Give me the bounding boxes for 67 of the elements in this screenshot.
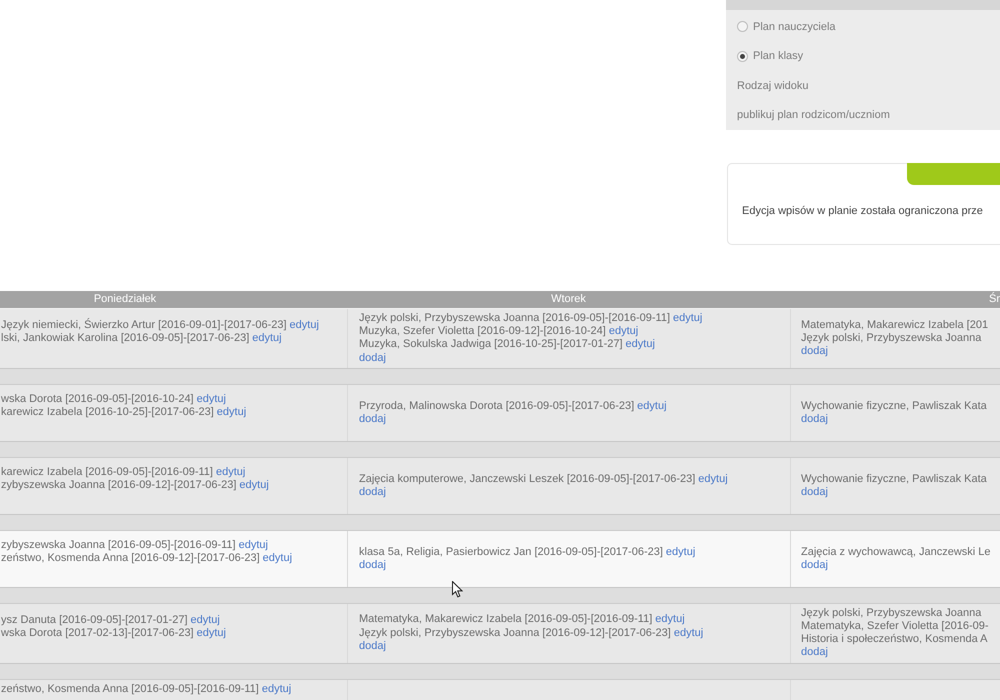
lesson-text: Wychowanie fizyczne, Pawliszak Kata [801, 400, 987, 412]
lesson-text: Zajęcia z wychowawcą, Janczewski Le [801, 546, 991, 558]
edit-link[interactable]: edytuj [608, 325, 638, 338]
lesson-text: zybyszewska Joanna [2016-09-12]-[2017-06-23] [1, 479, 236, 492]
lesson-text: Matematyka, Makarewicz Izabela [201 [801, 318, 988, 331]
lesson-text: karewicz Izabela [2016-10-25]-[2017-06-23] [1, 406, 214, 418]
add-link[interactable]: dodaj [801, 486, 828, 498]
edit-link[interactable]: edytuj [655, 613, 685, 626]
notice-message: Edycja wpisów w planie została ograniczona prze [741, 205, 983, 217]
add-link[interactable]: dodaj [359, 558, 386, 571]
edit-link[interactable]: edytuj [673, 312, 702, 324]
edit-link[interactable]: edytuj [252, 332, 282, 344]
edit-link[interactable]: edytuj [698, 472, 728, 485]
lesson-text: lski, Jankowiak Karolina [2016-09-05]-[2017-06-23] [1, 332, 250, 344]
edit-link[interactable]: edytuj [637, 400, 667, 412]
lesson-text: wska Dorota [2017-02-13]-[2017-06-23] [1, 626, 194, 639]
lesson-text: klasa 5a, Religia, Pasierbowicz Jan [2016-09-05]-[2017-06-23] [359, 546, 663, 558]
edit-link[interactable]: edytuj [238, 539, 268, 552]
lesson-text: Język niemiecki, Świerzko Artur [2016-09-01]-[2017-06-23] [1, 318, 287, 331]
lesson-text: Wychowanie fizyczne, Pawliszak Kata [801, 472, 987, 485]
radio-button[interactable] [737, 50, 748, 62]
lesson-text: Język polski, Przybyszewska Joanna [2016-09-12]-[2017-06-23] [359, 626, 671, 639]
lesson-text: zeństwo, Kosmenda Anna [2016-09-05]-[2016-09-11] [1, 682, 259, 695]
add-link[interactable]: dodaj [359, 640, 386, 652]
column-header: Śr [988, 291, 1000, 307]
edit-link[interactable]: edytuj [216, 406, 246, 418]
lesson-text: zybyszewska Joanna [2016-09-05]-[2016-09-11] [1, 539, 236, 552]
add-link[interactable]: dodaj [359, 486, 386, 498]
edit-link[interactable]: edytuj [239, 479, 269, 492]
edit-link[interactable]: edytuj [196, 393, 226, 406]
add-link[interactable]: dodaj [359, 352, 386, 364]
radio-label: Plan klasy [753, 50, 804, 62]
lesson-text: Język polski, Przybyszewska Joanna [801, 332, 982, 344]
lesson-text: wska Dorota [2016-09-05]-[2016-10-24] [1, 393, 194, 406]
column-header: Poniedziałek [92, 292, 158, 307]
lesson-text: zeństwo, Kosmenda Anna [2016-09-12]-[2017-06-23] [1, 552, 260, 564]
add-link[interactable]: dodaj [801, 412, 828, 425]
lesson-text: Muzyka, Sokulska Jadwiga [2016-10-25]-[2017-01-27] [359, 338, 623, 350]
edit-link[interactable]: edytuj [196, 626, 226, 639]
add-link[interactable]: dodaj [801, 345, 828, 357]
lesson-text: Język polski, Przybyszewska Joanna [2016-09-05]-[2016-09-11] [359, 312, 670, 324]
lesson-text: Muzyka, Szefer Violetta [2016-09-12]-[2016-10-24] [359, 325, 606, 338]
radio-label: Plan nauczyciela [753, 20, 836, 33]
lesson-text: karewicz Izabela [2016-09-05]-[2016-09-11] [1, 466, 213, 478]
lesson-text: ysz Danuta [2016-09-05]-[2017-01-27] [1, 614, 188, 626]
add-link[interactable]: dodaj [801, 558, 828, 571]
radio-button[interactable] [737, 21, 748, 32]
edit-link[interactable]: edytuj [262, 552, 292, 564]
edit-link[interactable]: edytuj [216, 466, 246, 478]
edit-link[interactable]: edytuj [674, 626, 704, 639]
lesson-text: Matematyka, Szefer Violetta [2016-09- [801, 620, 989, 632]
edit-link[interactable]: edytuj [290, 318, 319, 331]
lesson-text: Język polski, Przybyszewska Joanna [801, 606, 982, 619]
column-header: Wtorek [550, 292, 587, 307]
edit-link[interactable]: edytuj [262, 682, 292, 695]
lesson-text: Zajęcia komputerowe, Janczewski Leszek [2016-09-05]-[2017-06-23] [359, 472, 696, 485]
lesson-text: Historia i społeczeństwo, Kosmenda A [801, 633, 988, 646]
add-link[interactable]: dodaj [801, 646, 828, 658]
edit-link[interactable]: edytuj [666, 546, 696, 558]
add-link[interactable]: dodaj [359, 412, 386, 425]
lesson-text: Matematyka, Makarewicz Izabela [2016-09-05]-[2016-09-11] [359, 613, 652, 626]
edit-link[interactable]: edytuj [626, 338, 655, 350]
action-button[interactable] [907, 163, 1000, 185]
field-label: publikuj plan rodzicom/uczniom [737, 109, 890, 122]
field-label: Rodzaj widoku [737, 80, 809, 92]
edit-link[interactable]: edytuj [190, 614, 220, 626]
lesson-text: Przyroda, Malinowska Dorota [2016-09-05]-[2017-06-23] [359, 400, 634, 412]
